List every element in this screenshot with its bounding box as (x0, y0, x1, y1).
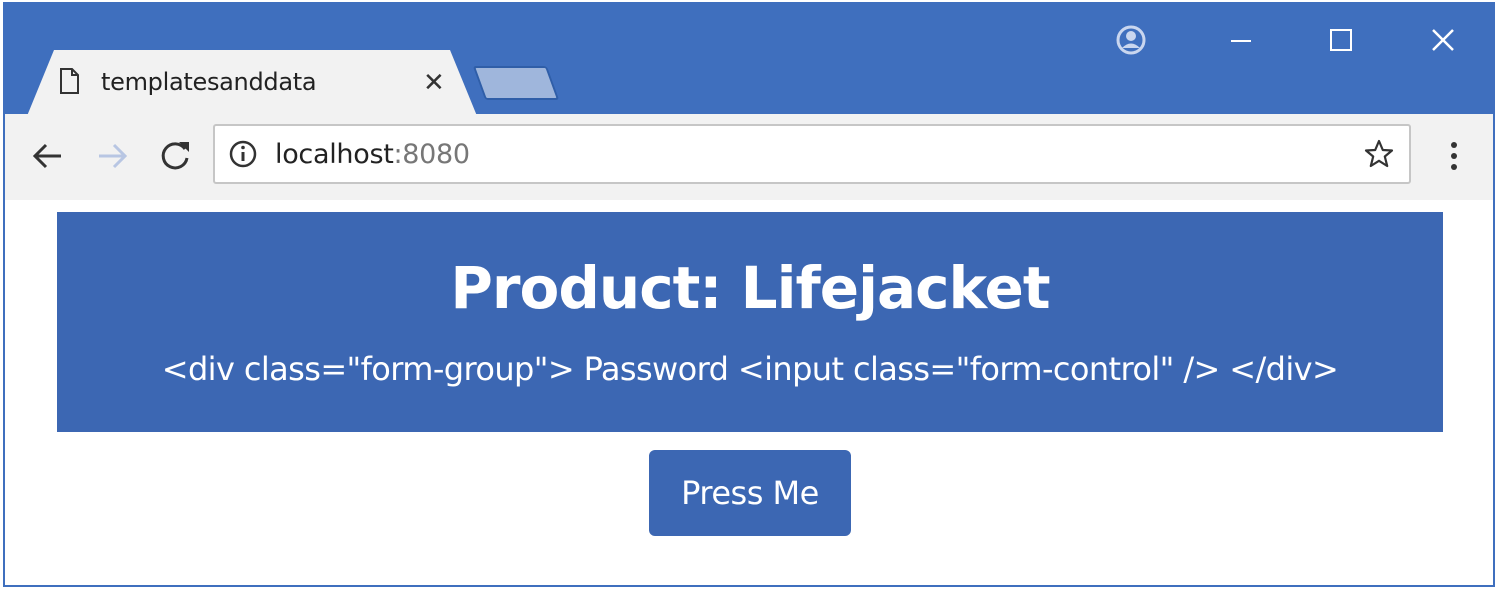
browser-window: templatesanddata ✕ localhost:8080 Produc… (3, 2, 1495, 587)
profile-icon[interactable] (1111, 20, 1151, 60)
tab-close-icon[interactable]: ✕ (423, 67, 445, 98)
forward-icon[interactable] (93, 136, 133, 176)
page-title: Product: Lifejacket (450, 254, 1050, 322)
minimize-icon[interactable] (1221, 20, 1261, 60)
title-bar: templatesanddata ✕ (5, 4, 1493, 116)
tab-templatesanddata[interactable]: templatesanddata ✕ (27, 50, 477, 116)
page-content: Product: Lifejacket <div class="form-gro… (5, 200, 1493, 585)
maximize-icon[interactable] (1321, 20, 1361, 60)
url-text: localhost:8080 (275, 139, 470, 170)
new-tab-button[interactable] (472, 66, 560, 100)
template-text: <div class="form-group"> Password <input… (161, 350, 1339, 388)
press-me-button[interactable]: Press Me (649, 450, 851, 536)
address-bar[interactable]: localhost:8080 (213, 124, 1411, 184)
close-icon[interactable] (1423, 20, 1463, 60)
url-host: localhost (275, 139, 394, 170)
star-icon[interactable] (1363, 138, 1395, 170)
page-icon (60, 68, 79, 94)
menu-icon[interactable] (1439, 136, 1469, 176)
info-icon[interactable] (227, 138, 259, 170)
reload-icon[interactable] (155, 136, 195, 176)
url-port: :8080 (393, 139, 471, 170)
browser-toolbar: localhost:8080 (5, 114, 1493, 201)
back-icon[interactable] (27, 136, 67, 176)
product-banner: Product: Lifejacket <div class="form-gro… (57, 212, 1443, 432)
tab-title: templatesanddata (101, 68, 317, 96)
